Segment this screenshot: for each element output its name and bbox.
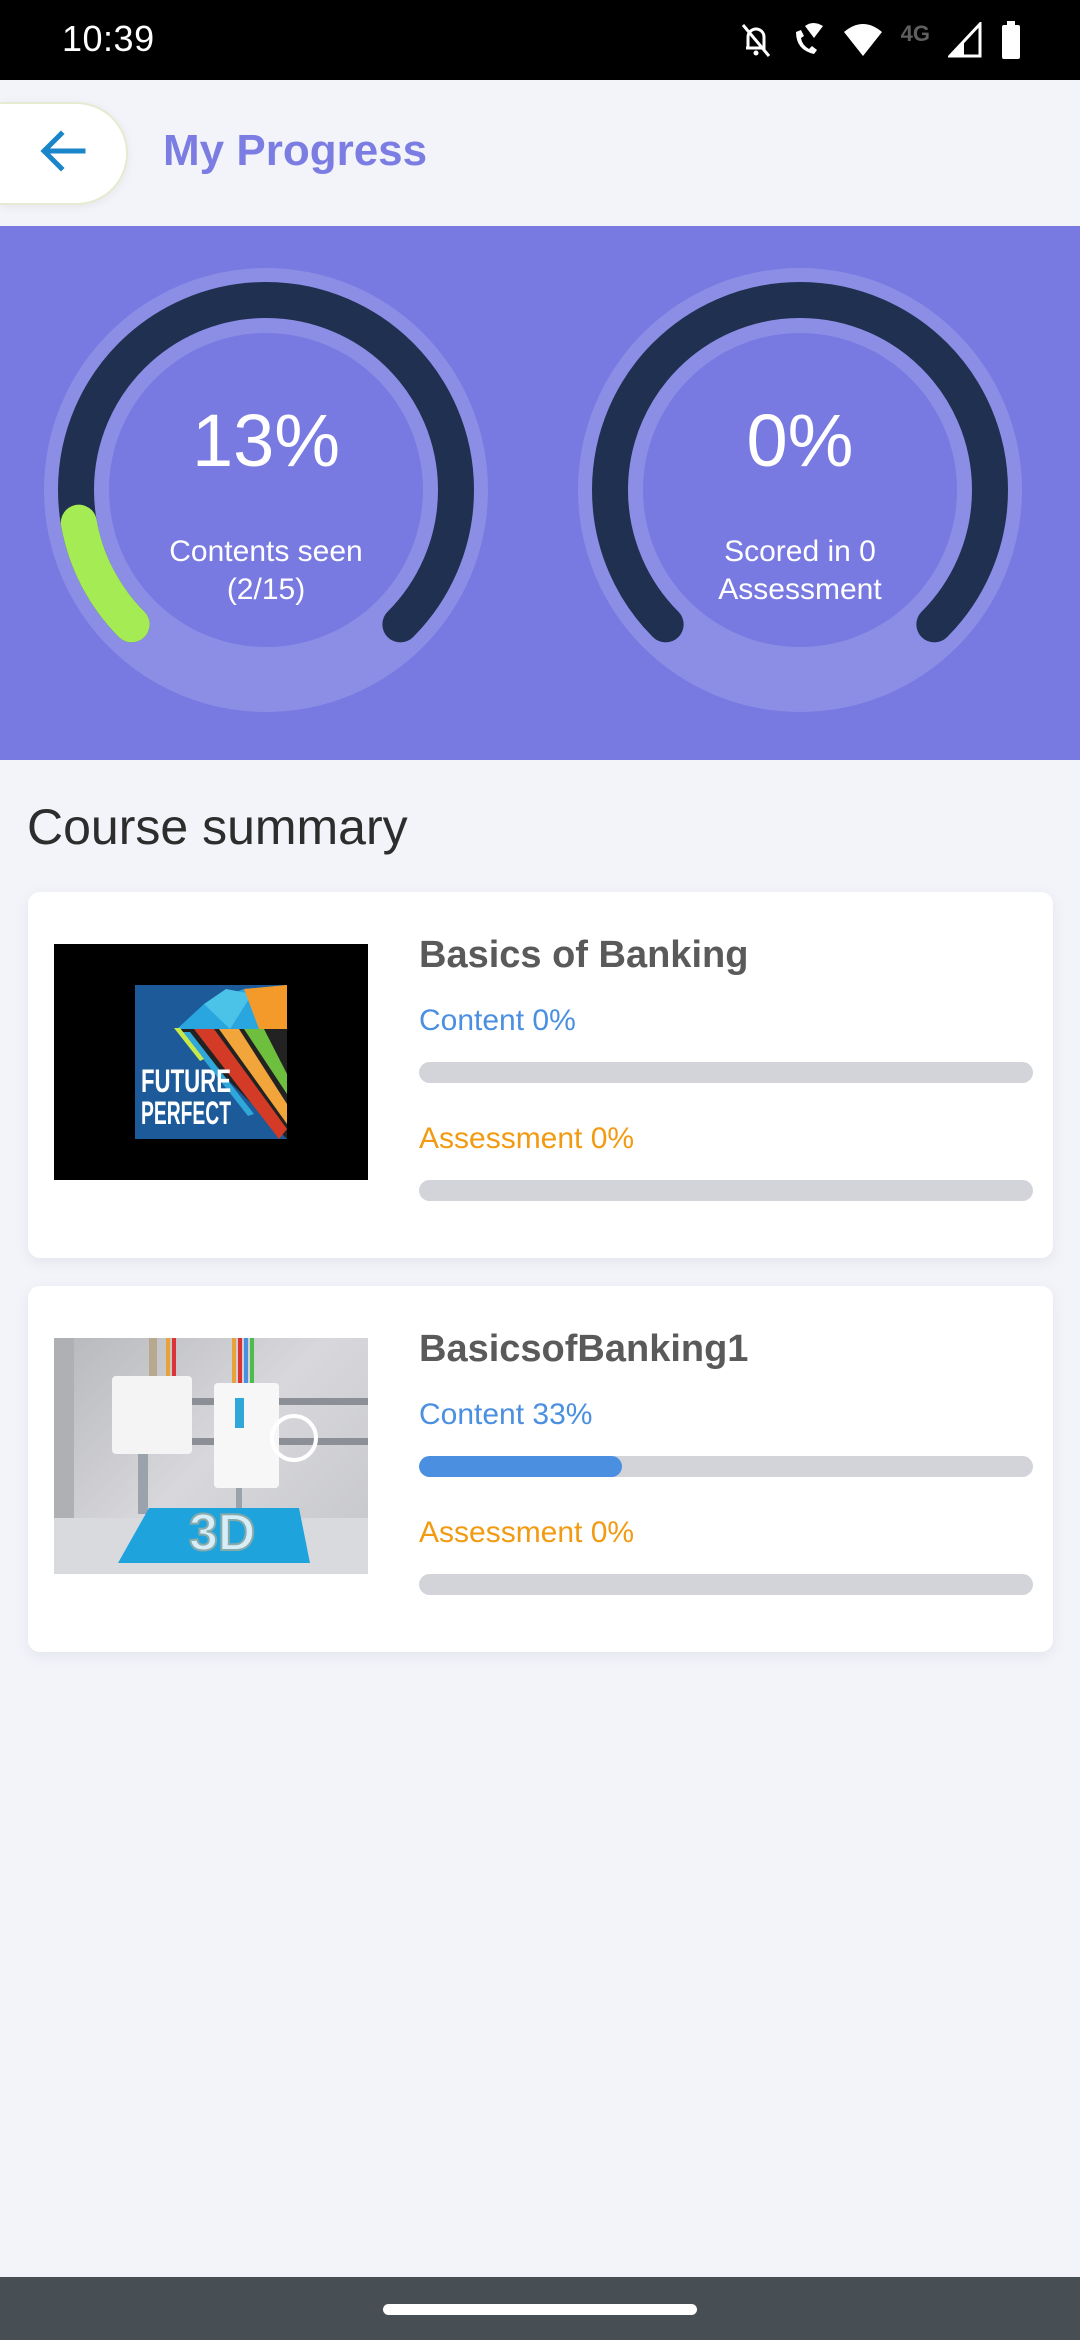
thumbnail-text-line-1: FUTURE — [141, 1063, 231, 1099]
thumbnail-text-3d: 3D — [189, 1504, 255, 1562]
status-bar: 10:39 4G — [0, 0, 1080, 80]
contents-gauge-label: Contents seen (2/15) — [169, 535, 363, 606]
contents-gauge: 13% Contents seen (2/15) — [36, 260, 496, 720]
battery-icon — [1000, 20, 1022, 60]
assessment-progress-bar — [419, 1574, 1033, 1595]
thumbnail-text-line-2: PERFECT — [141, 1095, 231, 1131]
system-navigation-bar — [0, 2277, 1080, 2340]
assessment-gauge-label: Scored in 0 Assessment — [718, 535, 882, 606]
course-title: BasicsofBanking1 — [419, 1328, 749, 1370]
content-progress-bar — [419, 1456, 1033, 1477]
status-icons: 4G — [739, 18, 1022, 62]
future-perfect-image: FUTURE PERFECT — [54, 944, 368, 1180]
section-title-course-summary: Course summary — [27, 799, 408, 855]
assessment-gauge: 0% Scored in 0 Assessment — [570, 260, 1030, 720]
progress-overview-banner: 13% Contents seen (2/15) 0% Scored in 0 … — [0, 226, 1080, 760]
assessment-progress-bar — [419, 1180, 1033, 1201]
course-title: Basics of Banking — [419, 934, 749, 976]
course-card[interactable]: FUTURE PERFECT Basics of Banking Content… — [28, 892, 1053, 1258]
network-type-label: 4G — [900, 21, 930, 46]
course-card[interactable]: 3D BasicsofBanking1 Content 33% Assessme… — [28, 1286, 1053, 1652]
3d-printer-image: 3D — [54, 1338, 368, 1574]
assessment-gauge-value: 0% — [746, 399, 854, 482]
cellular-signal-icon — [948, 22, 982, 58]
back-button[interactable] — [0, 102, 128, 205]
wifi-calling-icon — [791, 20, 825, 60]
assessment-progress-label: Assessment 0% — [419, 1516, 635, 1549]
status-time: 10:39 — [62, 18, 155, 59]
content-progress-fill — [419, 1456, 622, 1477]
content-progress-label: Content 0% — [419, 1004, 576, 1037]
contents-gauge-value: 13% — [191, 399, 341, 482]
app-header: My Progress — [0, 80, 1080, 226]
content-progress-label: Content 33% — [419, 1398, 593, 1431]
content-progress-bar — [419, 1062, 1033, 1083]
home-gesture-handle[interactable] — [383, 2304, 697, 2315]
page-title: My Progress — [163, 126, 428, 175]
wifi-icon — [843, 22, 883, 58]
assessment-progress-label: Assessment 0% — [419, 1122, 635, 1155]
arrow-left-icon — [39, 129, 87, 178]
bell-off-icon — [739, 20, 773, 60]
